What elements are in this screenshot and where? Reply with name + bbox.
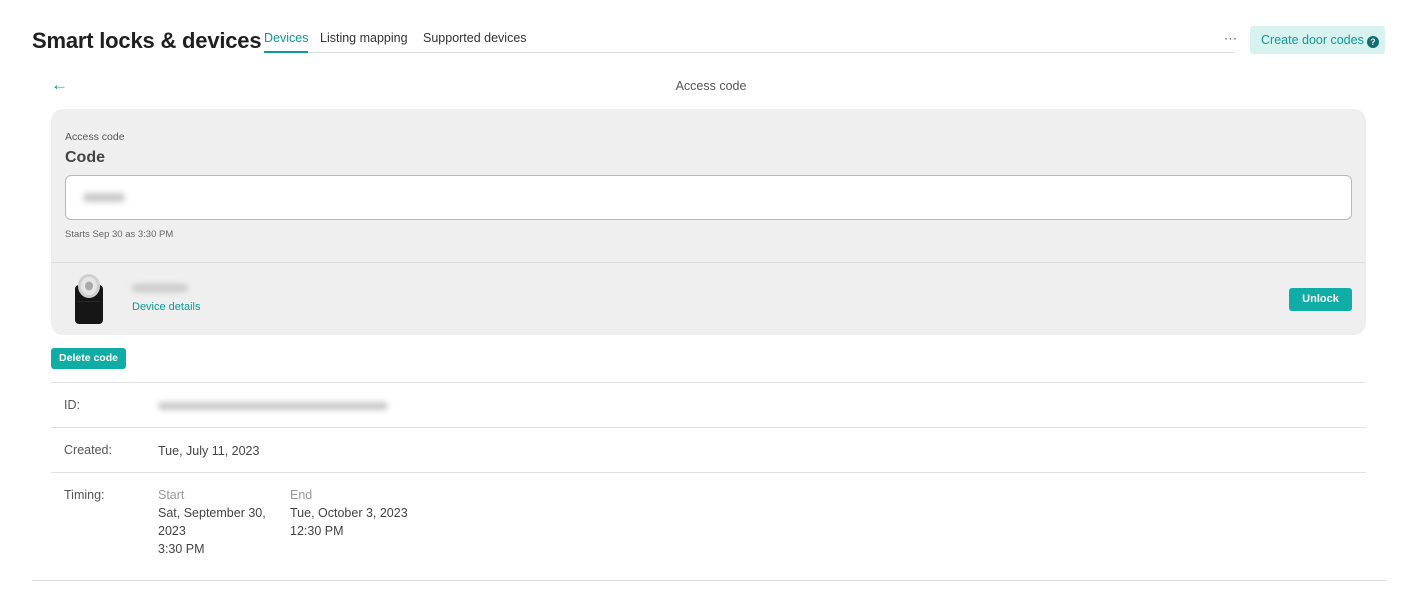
tab-devices[interactable]: Devices	[264, 31, 309, 53]
page-title: Smart locks & devices	[32, 28, 262, 53]
end-time: 12:30 PM	[290, 524, 344, 538]
divider	[51, 427, 1366, 428]
created-value: Tue, July 11, 2023	[158, 444, 260, 458]
unlock-button[interactable]: Unlock	[1289, 288, 1352, 311]
end-heading: End	[290, 488, 313, 502]
timing-end: End Tue, October 3, 2023 12:30 PM	[290, 486, 408, 540]
blurred-code-value	[83, 193, 125, 202]
divider	[32, 580, 1386, 581]
blurred-device-name	[132, 284, 188, 292]
access-code-card: Access code Code Starts Sep 30 as 3:30 P…	[51, 109, 1366, 335]
code-field[interactable]	[65, 175, 1352, 220]
id-label: ID:	[64, 398, 80, 412]
tab-listing-mapping[interactable]: Listing mapping	[320, 31, 408, 45]
create-door-codes-button[interactable]: Create door codes?	[1250, 26, 1385, 54]
access-code-label: Access code	[65, 131, 125, 143]
created-label: Created:	[64, 443, 112, 457]
start-date-line1: Sat, September 30,	[158, 506, 266, 520]
tab-supported-devices[interactable]: Supported devices	[423, 31, 527, 45]
blurred-id-value	[158, 402, 388, 410]
more-options-button[interactable]: ···	[1224, 31, 1238, 45]
start-time: 3:30 PM	[158, 542, 205, 556]
code-heading: Code	[65, 149, 105, 166]
end-date: Tue, October 3, 2023	[290, 506, 408, 520]
start-heading: Start	[158, 488, 185, 502]
page-header: Smart locks & devices Devices Listing ma…	[32, 24, 1386, 56]
divider	[51, 382, 1366, 383]
divider	[51, 472, 1366, 473]
smart-lock-device-icon	[75, 274, 103, 324]
help-icon[interactable]: ?	[1366, 36, 1379, 48]
start-time-note: Starts Sep 30 as 3:30 PM	[65, 229, 174, 240]
timing-label: Timing:	[64, 488, 105, 502]
timing-start: Start Sat, September 30, 2023 3:30 PM	[158, 486, 266, 558]
start-date-line2: 2023	[158, 524, 186, 538]
device-details-link[interactable]: Device details	[132, 301, 200, 313]
card-divider	[51, 262, 1366, 263]
tab-bar: Devices Listing mapping Supported device…	[264, 24, 1234, 53]
delete-code-button[interactable]: Delete code	[51, 348, 126, 369]
create-door-codes-label: Create door codes	[1261, 33, 1364, 47]
page-subtitle: Access code	[675, 79, 747, 93]
